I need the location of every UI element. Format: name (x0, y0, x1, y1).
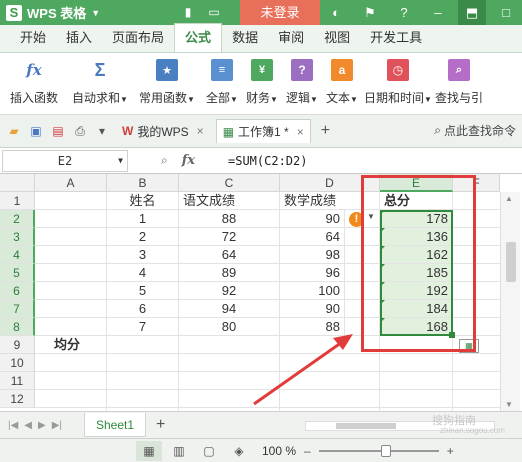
sigma-icon: Σ (94, 59, 106, 80)
annotation-arrow (253, 334, 353, 406)
zoom-search-icon[interactable]: ⌕ (161, 153, 168, 168)
scrollbar-thumb[interactable] (506, 242, 516, 282)
fx-icon: fx (26, 61, 42, 79)
clock-icon: ◷ (387, 59, 409, 81)
scroll-down-icon[interactable]: ▼ (505, 400, 513, 409)
spreadsheet-grid: A B C D E F 1 2 3 4 5 6 7 8 9 10 11 12 姓… (0, 174, 522, 411)
lookup-button[interactable]: ⌕ 查找与引 (434, 53, 484, 115)
tab-formula[interactable]: 公式 (174, 23, 223, 52)
minimize-doc-icon[interactable]: ▭ (206, 3, 222, 21)
close-icon[interactable]: × (297, 125, 304, 139)
date-time-button[interactable]: ◷ 日期和时间▼ (362, 53, 434, 115)
folder-open-icon[interactable]: ▰ (6, 123, 22, 139)
tab-view[interactable]: 视图 (314, 24, 360, 52)
autosum-button[interactable]: Σ 自动求和▼ (68, 53, 132, 115)
tab-my-wps[interactable]: W 我的WPS × (116, 119, 210, 143)
page-break-view-icon[interactable]: ▢ (196, 441, 222, 461)
save-cloud-icon[interactable]: ▮ (180, 3, 196, 21)
zoom-slider-knob[interactable] (380, 444, 391, 457)
app-name: WPS 表格 (27, 6, 87, 21)
status-bar: ▦ ▥ ▢ ◈ 100 % – + (0, 438, 522, 462)
fx-icon[interactable]: fx (182, 153, 195, 168)
sheet-tab-sheet1[interactable]: Sheet1 (84, 413, 146, 437)
document-tabs-bar: ▰ ▣ ▤ ⎙ ▾ W 我的WPS × ▦ 工作簿1 * × + ⌕ 点此查找命… (0, 115, 522, 148)
zoom-out-icon[interactable]: – (304, 444, 311, 458)
theme-icon[interactable]: ⚑ (356, 0, 384, 25)
logic-button[interactable]: ? 逻辑▼ (282, 53, 322, 115)
tab-developer[interactable]: 开发工具 (360, 24, 432, 52)
first-sheet-icon[interactable]: |◀ (8, 420, 18, 431)
new-tab-button[interactable]: + (321, 122, 330, 140)
page-layout-view-icon[interactable]: ▥ (166, 441, 192, 461)
chevron-down-icon: ▼ (118, 155, 123, 165)
app-menu[interactable]: S WPS 表格 ▼ (0, 0, 100, 25)
skin-icon[interactable]: ◐ (322, 0, 350, 25)
star-book-icon: ★ (156, 59, 178, 81)
last-sheet-icon[interactable]: ▶| (52, 420, 62, 431)
finance-button[interactable]: ¥ 财务▼ (242, 53, 282, 115)
wps-logo-icon: S (6, 4, 22, 21)
normal-view-icon[interactable]: ▦ (136, 440, 162, 461)
name-box[interactable]: E2 ▼ (2, 149, 128, 172)
tab-page-layout[interactable]: 页面布局 (102, 24, 174, 52)
search-icon: ⌕ (434, 123, 441, 137)
title-bar: S WPS 表格 ▼ ▮ ▭ 未登录 ◐ ⚑ ? – ⬒ □ (0, 0, 522, 25)
minimize-icon[interactable]: – (424, 0, 452, 25)
tab-workbook1[interactable]: ▦ 工作簿1 * × (215, 119, 311, 143)
prev-sheet-icon[interactable]: ◀ (24, 420, 32, 431)
ribbon-tabs: 开始 插入 页面布局 公式 数据 审阅 视图 开发工具 (0, 23, 522, 53)
close-icon[interactable]: × (197, 124, 204, 138)
spreadsheet-icon: ▦ (222, 124, 235, 139)
all-functions-button[interactable]: ≡ 全部▼ (202, 53, 242, 115)
eye-protect-icon[interactable]: ◈ (226, 441, 252, 461)
zoom-slider[interactable] (318, 444, 439, 457)
vertical-scrollbar[interactable]: ▲ ▼ (500, 192, 520, 411)
wps-w-icon: W (122, 124, 134, 138)
text-icon: a (331, 59, 353, 81)
finance-icon: ¥ (251, 59, 273, 81)
text-button[interactable]: a 文本▼ (322, 53, 362, 115)
ribbon: fx 插入函数 Σ 自动求和▼ ★ 常用函数▼ ≡ 全部▼ ¥ 财务▼ ? 逻辑… (0, 53, 522, 115)
more-icon[interactable]: □ (492, 0, 520, 25)
print-icon[interactable]: ⎙ (72, 123, 88, 139)
tab-insert[interactable]: 插入 (56, 24, 102, 52)
logic-icon: ? (291, 59, 313, 81)
export-pdf-icon[interactable]: ▤ (50, 123, 66, 139)
restore-icon[interactable]: ⬒ (458, 0, 486, 25)
tab-start[interactable]: 开始 (0, 24, 56, 52)
more-quick-actions-icon[interactable]: ▾ (94, 123, 110, 139)
tab-data[interactable]: 数据 (222, 24, 268, 52)
chevron-down-icon: ▼ (91, 7, 101, 18)
help-icon[interactable]: ? (390, 0, 418, 25)
command-search[interactable]: ⌕ 点此查找命令 (434, 122, 516, 139)
zoom-level[interactable]: 100 % (262, 444, 296, 458)
formula-bar: E2 ▼ ⌕ fx =SUM(C2:D2) (0, 148, 522, 174)
tab-review[interactable]: 审阅 (268, 24, 314, 52)
watermark-url: zhinan.sogou.com (440, 426, 505, 435)
login-button[interactable]: 未登录 (240, 0, 320, 25)
lookup-icon: ⌕ (448, 59, 470, 81)
add-sheet-button[interactable]: + (156, 416, 165, 434)
formula-input[interactable]: =SUM(C2:D2) (228, 154, 307, 168)
save-icon[interactable]: ▣ (28, 123, 44, 139)
insert-function-button[interactable]: fx 插入函数 (0, 53, 68, 115)
common-functions-button[interactable]: ★ 常用函数▼ (132, 53, 202, 115)
next-sheet-icon[interactable]: ▶ (38, 420, 46, 431)
scrollbar-thumb[interactable] (336, 423, 396, 429)
book-icon: ≡ (211, 59, 233, 81)
scroll-up-icon[interactable]: ▲ (505, 194, 513, 203)
zoom-in-icon[interactable]: + (447, 444, 454, 458)
